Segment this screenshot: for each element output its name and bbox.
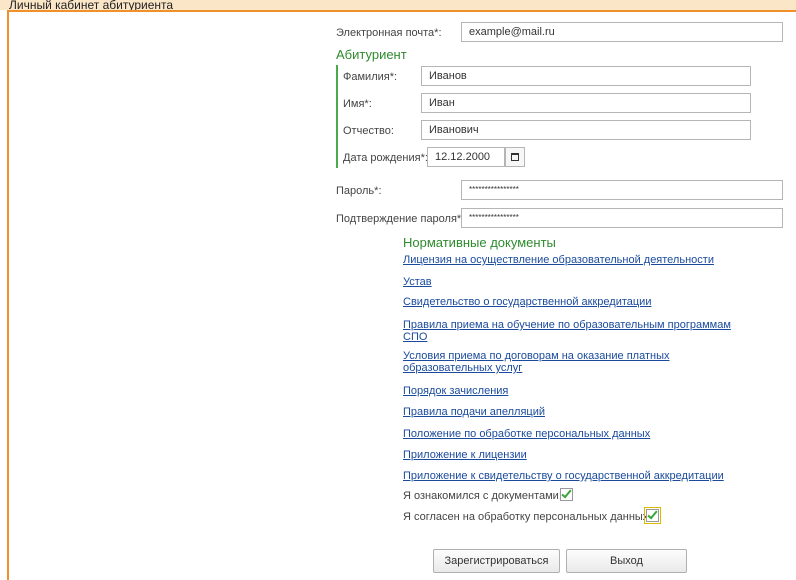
doc-link-license[interactable]: Лицензия на осуществление образовательно… (403, 254, 743, 266)
docs-ack-label: Я ознакомился с документами: (403, 490, 562, 502)
birth-date-field[interactable]: 12.12.2000 (427, 147, 505, 167)
calendar-icon (511, 153, 519, 161)
middle-name-field[interactable]: Иванович (421, 120, 751, 140)
doc-link-accreditation-appendix[interactable]: Приложение к свидетельству о государстве… (403, 470, 763, 482)
doc-link-charter[interactable]: Устав (403, 276, 743, 288)
check-icon (647, 508, 658, 520)
doc-link-license-appendix[interactable]: Приложение к лицензии (403, 449, 743, 461)
check-icon (561, 487, 572, 499)
register-button[interactable]: Зарегистрироваться (433, 549, 560, 573)
password-field[interactable]: **************** (461, 180, 783, 200)
personal-data-label: Я согласен на обработку персональных дан… (403, 511, 652, 523)
last-name-field[interactable]: Иванов (421, 66, 751, 86)
personal-data-checkbox[interactable] (644, 507, 661, 524)
doc-link-admission-rules[interactable]: Правила приема на обучение по образовате… (403, 319, 738, 343)
doc-link-appeals[interactable]: Правила подачи апелляций (403, 406, 743, 418)
last-name-label: Фамилия*: (343, 71, 398, 83)
password-confirm-label: Подтверждение пароля*: (336, 213, 465, 225)
email-field[interactable]: example@mail.ru (461, 22, 783, 42)
docs-ack-checkbox[interactable] (560, 487, 573, 501)
first-name-label: Имя*: (343, 98, 372, 110)
applicant-section-bar (336, 65, 338, 168)
exit-button[interactable]: Выход (566, 549, 687, 573)
doc-link-enrollment-order[interactable]: Порядок зачисления (403, 385, 743, 397)
calendar-button[interactable] (505, 147, 525, 167)
password-label: Пароль*: (336, 185, 382, 197)
documents-heading: Нормативные документы (403, 235, 556, 250)
first-name-field[interactable]: Иван (421, 93, 751, 113)
email-label: Электронная почта*: (336, 27, 442, 39)
doc-link-personal-data-policy[interactable]: Положение по обработке персональных данн… (403, 428, 743, 440)
applicant-heading: Абитуриент (336, 47, 407, 62)
birth-date-label: Дата рождения*: (343, 152, 428, 164)
doc-link-paid-services[interactable]: Условия приема по договорам на оказание … (403, 350, 703, 374)
password-confirm-field[interactable]: **************** (461, 208, 783, 228)
doc-link-accreditation[interactable]: Свидетельство о государственной аккредит… (403, 296, 743, 308)
middle-name-label: Отчество: (343, 125, 394, 137)
